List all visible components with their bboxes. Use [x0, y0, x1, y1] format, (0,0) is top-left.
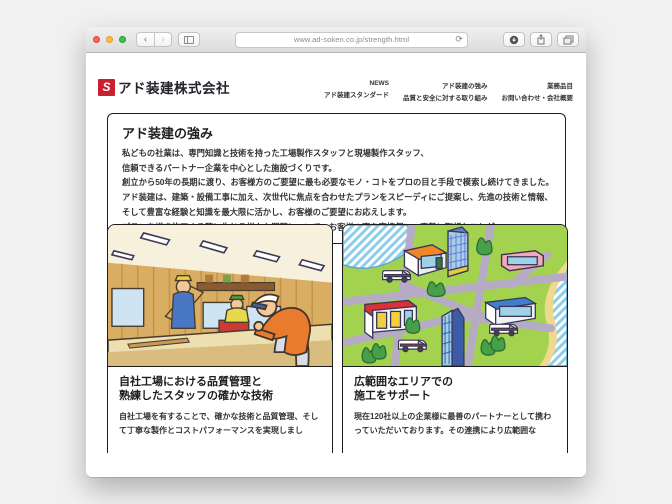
sidebar-icon	[184, 36, 194, 44]
close-window-button[interactable]	[93, 36, 100, 43]
site-nav: NEWS アド装建スタンダード アド装建の強み 品質と安全に対する取り組み 業務…	[324, 80, 573, 102]
card-heading: 広範囲なエリアでの 施工をサポート	[343, 367, 567, 403]
nav-quality-safety[interactable]: 品質と安全に対する取り組み	[403, 92, 488, 102]
nav-news[interactable]: NEWS	[370, 80, 390, 87]
address-bar[interactable]: www.ad-soken.co.jp/strength.html ⟳	[235, 32, 468, 48]
intro-text-line: 私どもの社業は、専門知識と技術を持った工場製作スタッフと現場製作スタッフ、	[122, 146, 551, 161]
card-service-area: 広範囲なエリアでの 施工をサポート 現在120社以上の企業様に最善のパートナーと…	[342, 224, 568, 453]
browser-window: ‹ › www.ad-soken.co.jp/strength.html ⟳	[86, 27, 586, 477]
tabs-icon	[563, 35, 574, 45]
intro-text-line: 信頼できるパートナー企業を中心とした施設づくりです。	[122, 161, 551, 176]
page-title: アド装建の強み	[122, 123, 551, 142]
intro-text-line: 創立から50年の長期に渡り、お客様方のご要望に最も必要なモノ・コトをプロの目と手…	[122, 175, 551, 190]
service-area-map-illustration	[343, 225, 567, 367]
back-button[interactable]: ‹	[136, 32, 154, 47]
chevron-left-icon: ‹	[144, 35, 147, 44]
minimize-window-button[interactable]	[106, 36, 113, 43]
share-button[interactable]	[530, 32, 552, 47]
window-controls	[93, 36, 126, 43]
site-logo[interactable]: S アド装建株式会社	[98, 77, 230, 97]
site-header: S アド装建株式会社 NEWS アド装建スタンダード アド装建の強み 品質と安全…	[98, 77, 573, 102]
nav-contact-company[interactable]: お問い合わせ・会社概要	[502, 92, 574, 102]
feature-cards-row: 自社工場における品質管理と 熟練したスタッフの確かな技術 自社工場を有することで…	[107, 224, 568, 453]
intro-text-line: アド装建は、建築・設備工事に加え、次世代に焦点を合わせたプランをスピーディにご提…	[122, 190, 551, 205]
toolbar-right-buttons	[503, 32, 579, 47]
zoom-window-button[interactable]	[119, 36, 126, 43]
downloads-button[interactable]	[503, 32, 525, 47]
card-body-text: 現在120社以上の企業様に最善のパートナーとして携わっていただいております。その…	[343, 403, 567, 438]
share-icon	[536, 34, 546, 45]
company-name: アド装建株式会社	[118, 77, 230, 97]
logo-mark-icon: S	[98, 79, 115, 96]
chevron-right-icon: ›	[162, 35, 165, 44]
reload-icon[interactable]: ⟳	[455, 34, 463, 45]
card-heading: 自社工場における品質管理と 熟練したスタッフの確かな技術	[108, 367, 332, 403]
factory-workshop-illustration	[108, 225, 332, 367]
sidebar-toggle-button[interactable]	[178, 32, 200, 47]
browser-toolbar: ‹ › www.ad-soken.co.jp/strength.html ⟳	[86, 27, 586, 53]
downloads-icon	[509, 35, 519, 45]
history-nav-group: ‹ ›	[136, 32, 172, 47]
page-content: S アド装建株式会社 NEWS アド装建スタンダード アド装建の強み 品質と安全…	[86, 53, 586, 477]
tab-overview-button[interactable]	[557, 32, 579, 47]
intro-text-line: そして豊富な経験と知識を最大限に活かし、お客様のご要望にお応えします。	[122, 205, 551, 220]
forward-button[interactable]: ›	[154, 32, 172, 47]
url-text: www.ad-soken.co.jp/strength.html	[294, 35, 409, 44]
card-factory-quality: 自社工場における品質管理と 熟練したスタッフの確かな技術 自社工場を有することで…	[107, 224, 333, 453]
nav-standard[interactable]: アド装建スタンダード	[324, 89, 389, 99]
nav-strength[interactable]: アド装建の強み	[442, 80, 488, 90]
card-body-text: 自社工場を有することで、確かな技術と品質管理、そして丁寧な製作とコストパフォーマ…	[108, 403, 332, 438]
nav-services[interactable]: 業務品目	[547, 80, 573, 90]
